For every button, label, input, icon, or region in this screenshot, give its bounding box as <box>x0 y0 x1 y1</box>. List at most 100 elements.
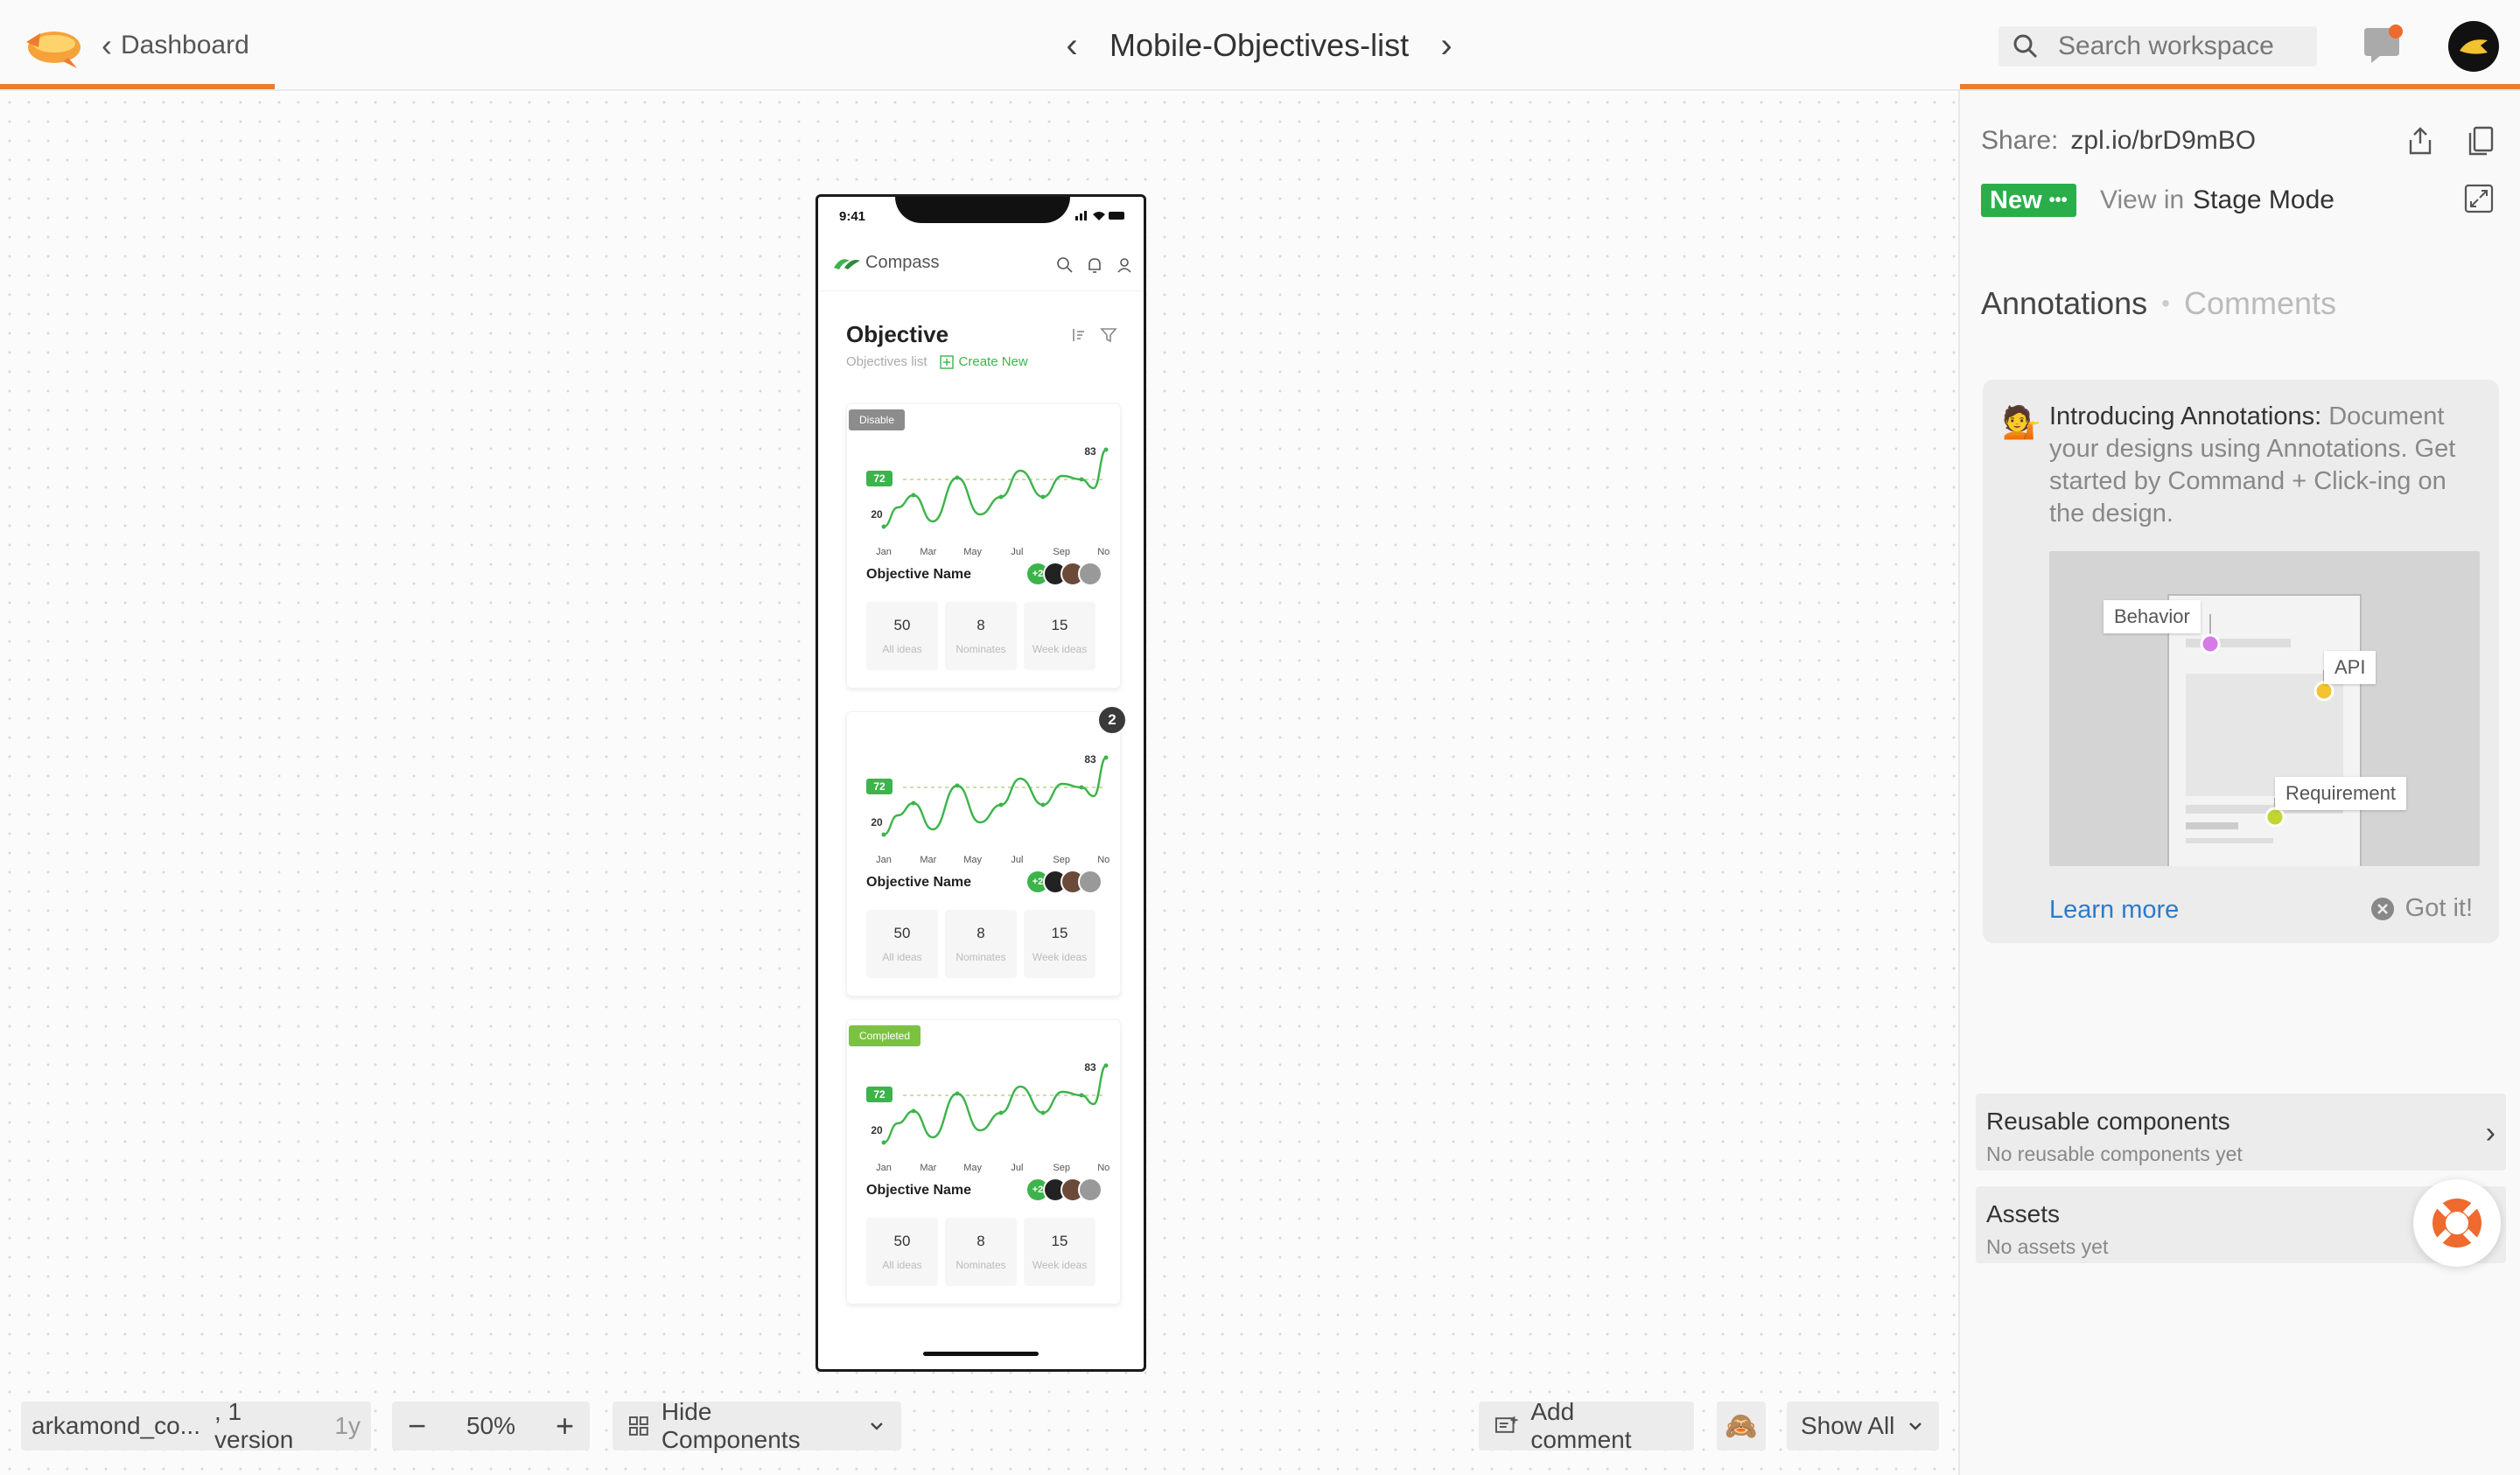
project-name: arkamond_co... <box>32 1412 200 1439</box>
stat-value: 8 <box>976 617 985 633</box>
tab-annotations[interactable]: Annotations <box>1981 285 2147 322</box>
add-comment-label: Add comment <box>1530 1398 1632 1453</box>
trend-chart: 72 20 83 Jan Mar May Jul Sep Nov <box>866 1061 1110 1173</box>
month-tick-label: Nov <box>1097 547 1110 557</box>
max-value-label: 83 <box>1084 753 1096 765</box>
share-icon[interactable] <box>2406 126 2434 156</box>
stat-label: Nominates <box>956 1259 1006 1271</box>
annotations-intro-card: 💁 Introducing Annotations: Document your… <box>1983 380 2499 943</box>
hide-components-button[interactable]: Hide Components <box>612 1398 901 1453</box>
stat-all-ideas: 50 All ideas <box>866 602 938 670</box>
filter-icon[interactable] <box>1100 326 1117 344</box>
trend-line <box>883 1064 1108 1144</box>
month-tick-label: Nov <box>1097 855 1110 865</box>
info-person-icon: 💁 <box>2002 404 2041 440</box>
objective-name: Objective Name <box>866 875 972 890</box>
stage-mode-label: Stage Mode <box>2193 185 2334 214</box>
intro-title: Introducing Annotations: <box>2049 402 2322 430</box>
data-point <box>881 832 886 837</box>
current-value-label: 72 <box>873 1088 886 1101</box>
next-screen-button[interactable]: › <box>1433 26 1460 66</box>
tab-comments[interactable]: Comments <box>2184 285 2336 322</box>
close-circle-icon <box>2370 897 2394 920</box>
stat-label: All ideas <box>882 1259 922 1271</box>
month-tick-label: May <box>963 855 982 865</box>
active-tab-indicator <box>0 84 275 89</box>
current-value-label: 72 <box>873 780 886 793</box>
stat-week-ideas: 15 Week ideas <box>1024 910 1096 978</box>
back-to-dashboard-link[interactable]: ‹ Dashboard <box>102 24 249 66</box>
create-new-link[interactable]: Create New <box>939 354 1028 369</box>
reusable-components-section[interactable]: Reusable components No reusable componen… <box>1976 1094 2506 1171</box>
add-comment-button[interactable]: Add comment <box>1479 1398 1694 1453</box>
data-point <box>998 1110 1004 1115</box>
expand-icon[interactable] <box>2464 184 2494 213</box>
show-all-label: Show All <box>1801 1412 1895 1439</box>
objectives-list-label: Objectives list <box>846 354 928 369</box>
comment-count-badge[interactable]: 2 <box>1097 705 1127 735</box>
stage-mode-link[interactable]: View in Stage Mode <box>2100 184 2334 217</box>
data-point <box>911 493 916 498</box>
compass-leaf-icon <box>834 258 860 269</box>
stat-value: 8 <box>976 1233 985 1249</box>
annotations-illustration: Behavior API Requirement <box>2049 551 2480 866</box>
stat-label: All ideas <box>882 951 922 963</box>
help-lifebuoy-button[interactable] <box>2413 1179 2501 1267</box>
data-point <box>881 524 886 529</box>
zoom-in-button[interactable]: + <box>556 1408 574 1444</box>
stats-row: 50 All ideas 8 Nominates 15 Week ideas <box>866 910 1096 978</box>
phone-artboard[interactable]: 9:41 Compass Objective Objectives list C… <box>816 194 1146 1372</box>
objective-card[interactable]: Disable 722083JanMarMayJulSepNov Objecti… <box>846 403 1121 689</box>
user-avatar[interactable] <box>2448 21 2499 72</box>
month-tick-label: Jan <box>876 855 892 865</box>
search-input[interactable] <box>2058 31 2303 61</box>
previous-screen-button[interactable]: ‹ <box>1059 26 1085 66</box>
search-icon <box>2013 34 2038 59</box>
show-all-dropdown[interactable]: Show All <box>1787 1402 1939 1451</box>
copy-icon[interactable] <box>2468 126 2494 156</box>
learn-more-link[interactable]: Learn more <box>2049 896 2179 925</box>
user-emoji-button[interactable]: 🙈 <box>1717 1402 1766 1451</box>
objective-card[interactable]: Completed 722083JanMarMayJulSepNov Objec… <box>846 1019 1121 1304</box>
trend-chart: 72 20 83 Jan Mar May Jul Sep Nov <box>866 445 1110 557</box>
avatar <box>1078 562 1102 586</box>
project-version-info[interactable]: arkamond_co... , 1 version 1y <box>21 1398 371 1453</box>
version-count: , 1 version <box>214 1398 294 1453</box>
zoom-control: − 50% + <box>392 1402 590 1451</box>
month-tick-label: May <box>963 547 982 557</box>
zoom-out-button[interactable]: − <box>408 1408 426 1444</box>
stat-value: 50 <box>893 617 911 633</box>
bell-icon[interactable] <box>1086 256 1103 274</box>
stat-value: 15 <box>1051 1233 1068 1249</box>
stat-nominates: 8 Nominates <box>945 910 1017 978</box>
stat-value: 8 <box>976 925 985 941</box>
month-tick-label: Jan <box>876 547 892 557</box>
min-value-label: 20 <box>871 816 883 828</box>
new-badge[interactable]: New ••• <box>1981 184 2076 217</box>
api-tag: API <box>2324 651 2376 684</box>
month-tick-label: Nov <box>1097 1163 1110 1173</box>
stat-label: Week ideas <box>1032 1259 1088 1271</box>
share-link[interactable]: zpl.io/brD9mBO <box>2070 126 2256 156</box>
top-bar: ‹ Dashboard ‹ Mobile-Objectives-list › <box>0 0 2520 91</box>
member-avatars: +2 <box>1026 1178 1102 1202</box>
stat-week-ideas: 15 Week ideas <box>1024 1218 1096 1286</box>
stat-value: 50 <box>893 925 911 941</box>
chevron-left-icon: ‹ <box>102 27 112 63</box>
zeplin-logo[interactable] <box>19 17 89 73</box>
search-icon[interactable] <box>1056 256 1074 274</box>
data-point <box>1040 494 1046 500</box>
create-new-label: Create New <box>958 354 1028 369</box>
user-icon[interactable] <box>1116 256 1133 274</box>
objective-card[interactable]: 722083JanMarMayJulSepNov Objective Name … <box>846 711 1121 996</box>
sort-icon[interactable] <box>1070 326 1088 344</box>
components-icon <box>628 1416 648 1436</box>
app-header: Compass <box>818 235 1144 291</box>
got-it-button[interactable]: Got it! <box>2370 894 2473 923</box>
behavior-tag: Behavior <box>2104 600 2201 633</box>
search-box[interactable] <box>1998 26 2317 66</box>
zoom-level: 50% <box>466 1412 516 1439</box>
notifications-icon[interactable] <box>2361 23 2406 68</box>
month-tick-label: May <box>963 1163 982 1173</box>
chevron-down-icon <box>1909 1423 1922 1430</box>
